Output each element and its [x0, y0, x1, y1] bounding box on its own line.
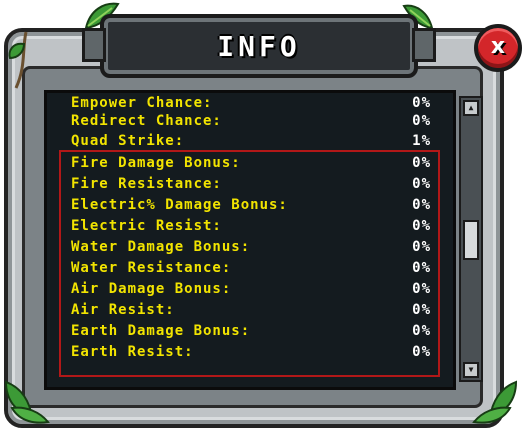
leaf-decoration-icon [6, 30, 40, 90]
title-bar: INFO [82, 14, 436, 78]
list-item: Redirect Chance: 0% [71, 113, 431, 133]
stat-value: 0% [412, 95, 431, 111]
stats-panel[interactable]: Empower Chance: 0% Redirect Chance: 0% Q… [44, 90, 456, 390]
close-button[interactable]: x [474, 24, 522, 72]
scroll-thumb[interactable] [463, 220, 479, 260]
scroll-down-icon[interactable]: ▼ [463, 362, 479, 378]
window-title: INFO [217, 30, 301, 63]
stat-value: 1% [412, 133, 431, 149]
stat-value: 0% [412, 113, 431, 129]
scrollbar[interactable]: ▲ ▼ [459, 96, 483, 382]
stat-label: Empower Chance: [71, 95, 213, 111]
stat-label: Quad Strike: [71, 133, 185, 149]
stat-label: Redirect Chance: [71, 113, 222, 129]
list-item: Empower Chance: 0% [71, 95, 431, 115]
leaf-decoration-icon [470, 378, 520, 428]
close-icon: x [490, 34, 506, 59]
elemental-stats-highlight [59, 150, 440, 377]
scroll-up-icon[interactable]: ▲ [463, 100, 479, 116]
